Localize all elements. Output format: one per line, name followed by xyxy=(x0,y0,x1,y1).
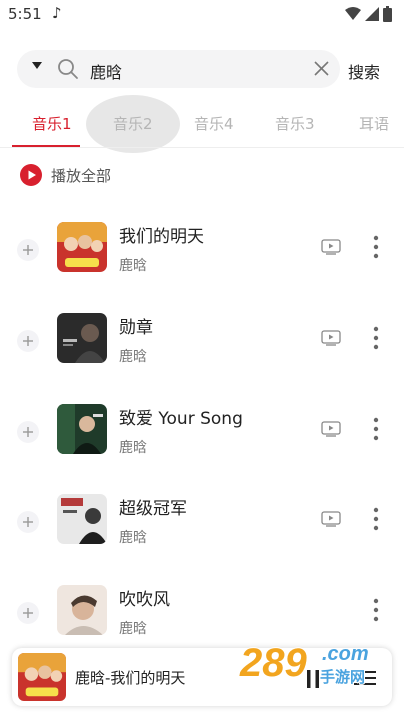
more-options-icon[interactable] xyxy=(370,234,382,260)
album-art xyxy=(57,222,107,272)
status-time: 5:51 xyxy=(8,5,42,23)
album-art xyxy=(57,585,107,635)
play-circle-icon xyxy=(20,164,42,186)
song-artist: 鹿晗 xyxy=(119,621,147,637)
tab-whisper[interactable]: 耳语 xyxy=(359,113,389,134)
song-artist: 鹿晗 xyxy=(119,258,147,274)
album-art xyxy=(57,404,107,454)
add-icon[interactable] xyxy=(17,330,39,352)
play-all-label: 播放全部 xyxy=(51,166,112,185)
search-icon xyxy=(58,59,78,79)
wifi-icon xyxy=(345,7,361,20)
song-row[interactable]: 勋章 鹿晗 xyxy=(0,306,404,376)
search-bar[interactable]: 鹿晗 xyxy=(17,50,340,88)
music-note-icon: ♪ xyxy=(52,4,62,22)
song-row[interactable]: 超级冠军 鹿晗 xyxy=(0,487,404,557)
mv-icon[interactable] xyxy=(321,330,341,346)
mv-icon[interactable] xyxy=(321,239,341,255)
search-input[interactable]: 鹿晗 xyxy=(90,59,122,83)
add-icon[interactable] xyxy=(17,421,39,443)
song-row[interactable]: 致爱 Your Song 鹿晗 xyxy=(0,397,404,467)
album-art xyxy=(57,494,107,544)
song-title: 吹吹风 xyxy=(119,590,170,610)
watermark-sub: 手游网 xyxy=(320,668,365,686)
add-icon[interactable] xyxy=(17,511,39,533)
more-options-icon[interactable] xyxy=(370,416,382,442)
status-bar: 5:51 ♪ xyxy=(0,0,404,30)
watermark-number: 289 xyxy=(239,641,307,685)
song-artist: 鹿晗 xyxy=(119,349,147,365)
play-all-button[interactable]: 播放全部 xyxy=(20,164,111,186)
add-icon[interactable] xyxy=(17,239,39,261)
song-title: 我们的明天 xyxy=(119,227,204,247)
site-watermark: 289 .com 手游网 xyxy=(238,640,370,687)
search-button[interactable]: 搜索 xyxy=(348,59,380,83)
song-row[interactable]: 我们的明天 鹿晗 xyxy=(0,215,404,285)
song-artist: 鹿晗 xyxy=(119,440,147,456)
more-options-icon[interactable] xyxy=(370,325,382,351)
song-artist: 鹿晗 xyxy=(119,530,147,546)
now-playing-title: 鹿晗-我们的明天 xyxy=(75,669,186,687)
dropdown-arrow-icon[interactable] xyxy=(32,62,42,69)
album-art xyxy=(57,313,107,363)
mv-icon[interactable] xyxy=(321,511,341,527)
mv-icon[interactable] xyxy=(321,421,341,437)
song-title: 勋章 xyxy=(119,318,153,338)
status-icons xyxy=(345,6,392,22)
tab-divider xyxy=(0,147,404,148)
song-title: 超级冠军 xyxy=(119,499,187,519)
tab-music3[interactable]: 音乐3 xyxy=(275,113,315,134)
more-options-icon[interactable] xyxy=(370,506,382,532)
tab-music4[interactable]: 音乐4 xyxy=(194,113,234,134)
clear-icon[interactable] xyxy=(313,60,330,77)
battery-icon xyxy=(383,6,392,22)
add-icon[interactable] xyxy=(17,602,39,624)
more-options-icon[interactable] xyxy=(370,597,382,623)
tab-music1[interactable]: 音乐1 xyxy=(32,113,72,134)
now-playing-art xyxy=(18,653,66,701)
tab-music2[interactable]: 音乐2 xyxy=(113,113,153,134)
signal-icon xyxy=(365,7,379,21)
watermark-suffix: .com xyxy=(322,643,369,665)
song-title: 致爱 Your Song xyxy=(119,409,243,429)
